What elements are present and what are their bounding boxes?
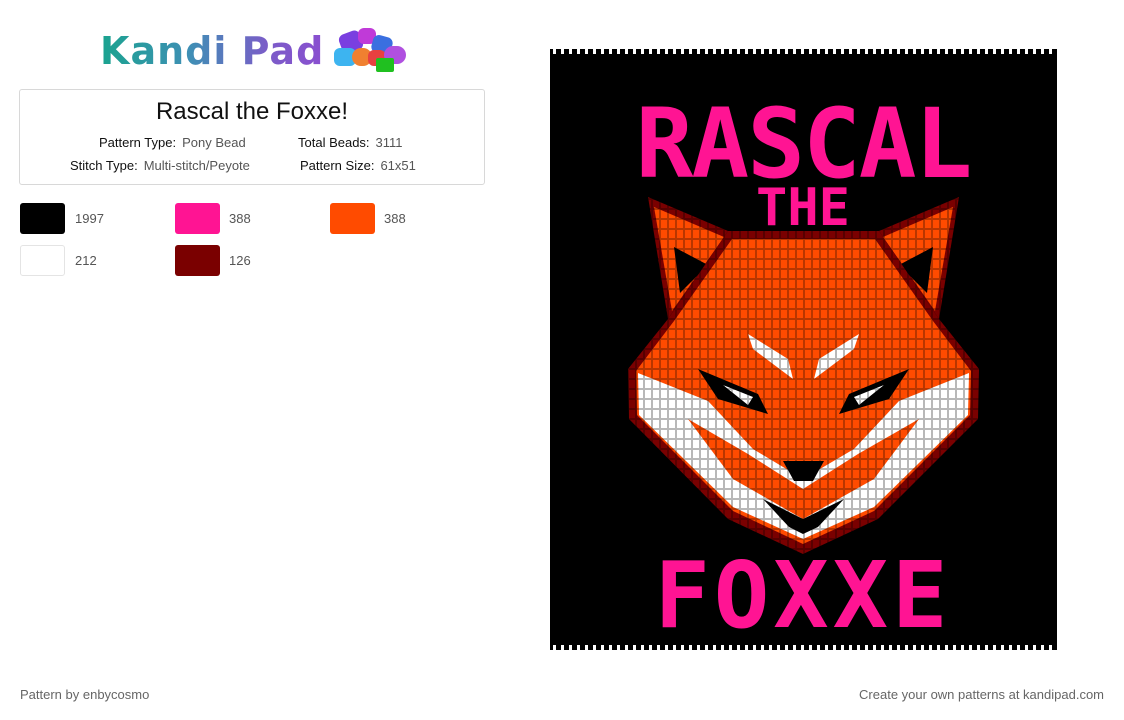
total-beads-value: 3111 (375, 135, 403, 150)
logo-text: Kandi Pad (100, 29, 325, 73)
pattern-type-label: Pattern Type: (99, 135, 177, 150)
kandi-pad-logo[interactable]: Kandi Pad (100, 26, 414, 76)
color-swatch-pink (175, 203, 220, 234)
color-swatch-orange (330, 203, 375, 234)
pattern-type-value: Pony Bead (182, 135, 246, 150)
pattern-size-row: Pattern Size: 61x51 (300, 158, 416, 173)
pattern-type-row: Pattern Type: Pony Bead (99, 135, 246, 150)
stitch-type-row: Stitch Type: Multi-stitch/Peyote (70, 158, 250, 173)
pattern-preview-image: RASCAL THE FOXXE (550, 49, 1057, 650)
color-swatch-black (20, 203, 65, 234)
pattern-size-value: 61x51 (380, 158, 416, 173)
stitch-type-value: Multi-stitch/Peyote (143, 158, 250, 173)
pattern-text-the: THE (756, 178, 850, 238)
total-beads-label: Total Beads: (298, 135, 370, 150)
total-beads-row: Total Beads: 3111 (298, 135, 403, 150)
color-swatch-white (20, 245, 65, 276)
color-count-white: 212 (75, 253, 97, 268)
pattern-title: Rascal the Foxxe! (155, 98, 349, 125)
stitch-type-label: Stitch Type: (70, 158, 138, 173)
color-count-black: 1997 (75, 211, 104, 226)
pattern-preview[interactable]: RASCAL THE FOXXE (548, 49, 1059, 650)
create-pattern-link[interactable]: Create your own patterns at kandipad.com (859, 687, 1104, 702)
pattern-info-card: Rascal the Foxxe! Pattern Type: Pony Bead… (19, 89, 485, 185)
pattern-author[interactable]: Pattern by enbycosmo (20, 687, 149, 702)
color-swatch-dark-red (175, 245, 220, 276)
color-count-dark-red: 126 (229, 253, 251, 268)
bead-pile-icon (334, 26, 414, 76)
color-count-orange: 388 (384, 211, 406, 226)
color-count-pink: 388 (229, 211, 251, 226)
pattern-size-label: Pattern Size: (300, 158, 375, 173)
pattern-text-foxxe: FOXXE (655, 542, 952, 649)
